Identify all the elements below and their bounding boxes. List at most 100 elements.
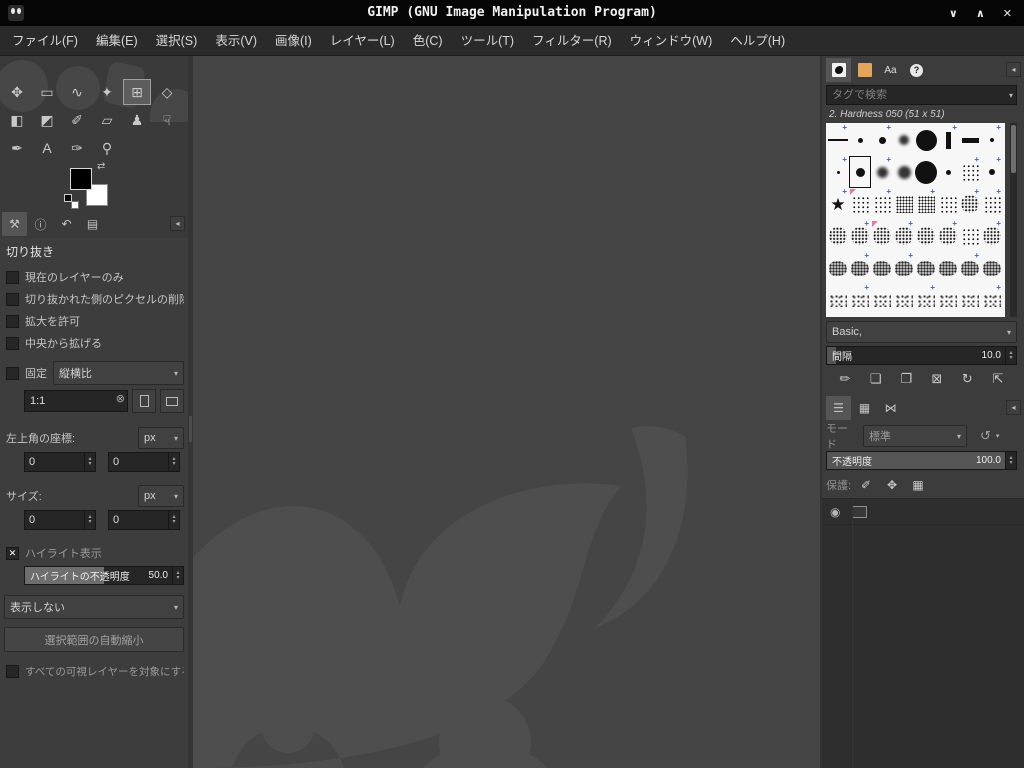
spin-buttons[interactable]: ▴ ▾ [1005,452,1016,469]
move-tool[interactable]: ✥ [3,79,31,105]
brush-item[interactable] [937,252,959,284]
brush-item[interactable]: + [937,220,959,252]
fonts-tab[interactable]: Aa [878,58,903,82]
spin-buttons[interactable]: ▴ ▾ [168,453,179,471]
brush-item[interactable]: + [871,188,893,220]
paths-tool[interactable]: ✒ [3,135,31,161]
zoom-tool[interactable]: ⚲ [93,135,121,161]
text-tool[interactable]: A [33,135,61,161]
brush-item[interactable] [893,156,915,188]
brush-item[interactable]: + [959,188,981,220]
refresh-brushes-button[interactable]: ↻ [956,368,978,390]
lock-pixels-button[interactable]: ✐ [857,476,875,494]
brush-item[interactable]: + [981,188,1003,220]
foreground-color-swatch[interactable] [70,168,92,190]
menu-item[interactable]: ヘルプ(H) [721,26,794,56]
brush-item[interactable]: + [959,156,981,188]
brush-item[interactable] [893,284,915,316]
brush-item[interactable] [959,124,981,156]
dock-menu-button[interactable]: ◂ [1006,400,1021,415]
menu-item[interactable]: 画像(I) [266,26,321,56]
brush-item[interactable]: + [981,284,1003,316]
menu-item[interactable]: 編集(E) [87,26,147,56]
search-dropdown-icon[interactable]: ▾ [1009,91,1013,100]
brush-item[interactable] [849,124,871,156]
undo-history-tab[interactable]: ↶ [54,212,79,236]
brush-item[interactable]: + [915,284,937,316]
layer-mode-dropdown[interactable]: 標準 ▾ [863,425,967,447]
clear-icon[interactable]: ⊗ [116,394,125,405]
ratio-portrait-button[interactable] [132,389,156,413]
paths-tab[interactable]: ⋈ [878,396,903,420]
scrollbar-thumb[interactable] [1011,125,1016,173]
dock-menu-button[interactable]: ◂ [170,216,185,231]
ratio-landscape-button[interactable] [160,389,184,413]
position-y-spinbox[interactable]: 0 ▴ ▾ [108,452,180,472]
brush-spacing-slider[interactable]: 間隔 10.0 ▴ ▾ [826,346,1017,365]
brush-item[interactable]: + [937,124,959,156]
rectangle-select-tool[interactable]: ▭ [33,79,61,105]
auto-shrink-button[interactable]: 選択範囲の自動縮小 [4,627,184,652]
visibility-eye-icon[interactable]: ◉ [830,505,840,519]
bucket-fill-tool[interactable]: ◩ [33,107,61,133]
lock-position-button[interactable]: ✥ [883,476,901,494]
spin-buttons[interactable]: ▴ ▾ [1005,347,1016,364]
new-brush-button[interactable]: ❏ [865,368,887,390]
brush-item[interactable]: ★ + [827,188,849,220]
brush-item[interactable] [937,188,959,220]
brush-item[interactable]: + [981,124,1003,156]
menu-item[interactable]: ファイル(F) [3,26,87,56]
dock-menu-button[interactable]: ◂ [1006,62,1021,77]
images-tab[interactable]: ▤ [80,212,105,236]
mode-options-icon[interactable]: ▾ [996,432,1000,440]
brush-item[interactable] [959,284,981,316]
layers-list[interactable]: ◉ [822,498,1024,768]
brush-item[interactable] [849,156,871,188]
brush-item[interactable]: + [849,252,871,284]
brush-grid-scrollbar[interactable] [1010,123,1017,317]
highlight-opacity-slider[interactable]: ハイライトの不透明度 50.0 ▴ ▾ [24,566,184,585]
brush-item[interactable] [827,284,849,316]
transform-tool[interactable]: ◇ [153,79,181,105]
brush-item[interactable] [937,284,959,316]
brush-item[interactable] [827,220,849,252]
delete-brush-button[interactable]: ⊠ [926,368,948,390]
spin-buttons[interactable]: ▴ ▾ [84,511,95,529]
brush-item[interactable] [915,124,937,156]
brush-item[interactable]: + [981,156,1003,188]
duplicate-brush-button[interactable]: ❐ [895,368,917,390]
brush-item[interactable] [893,188,915,220]
checkbox-shrink-merged[interactable]: すべての可視レイヤーを対象にする [4,660,184,682]
brush-item[interactable]: + [959,252,981,284]
mode-switch-icon[interactable]: ↺ [980,428,991,444]
device-status-tab[interactable]: ⓘ [28,212,53,236]
brush-item[interactable] [915,252,937,284]
paintbrush-tool[interactable]: ✐ [63,107,91,133]
brush-item[interactable] [871,284,893,316]
brush-item[interactable] [893,124,915,156]
position-unit-dropdown[interactable]: px ▾ [138,427,184,449]
channels-tab[interactable]: ▦ [852,396,877,420]
brush-search-input[interactable] [826,85,1017,105]
gradient-tool[interactable]: ◧ [3,107,31,133]
position-x-spinbox[interactable]: 0 ▴ ▾ [24,452,96,472]
size-height-spinbox[interactable]: 0 ▴ ▾ [108,510,180,530]
brush-item[interactable] [849,188,871,220]
menu-item[interactable]: レイヤー(L) [321,26,404,56]
eraser-tool[interactable]: ▱ [93,107,121,133]
brush-item[interactable] [915,156,937,188]
default-colors-icon[interactable] [64,194,79,209]
fixed-type-dropdown[interactable]: 縦横比 ▾ [53,361,184,385]
brush-item[interactable] [915,220,937,252]
brush-item[interactable] [871,220,893,252]
brush-item[interactable] [827,252,849,284]
window-maximize-button[interactable]: ∧ [976,7,985,20]
spin-buttons[interactable]: ▴ ▾ [172,567,183,584]
layer-opacity-slider[interactable]: 不透明度 100.0 ▴ ▾ [826,451,1017,470]
lock-alpha-button[interactable]: ▦ [909,476,927,494]
spin-buttons[interactable]: ▴ ▾ [84,453,95,471]
window-minimize-button[interactable]: ∨ [949,7,958,20]
brushes-tab[interactable] [826,58,851,82]
checkbox-expand-from-center[interactable]: 中央から拡げる [4,332,184,354]
brush-item[interactable] [959,220,981,252]
